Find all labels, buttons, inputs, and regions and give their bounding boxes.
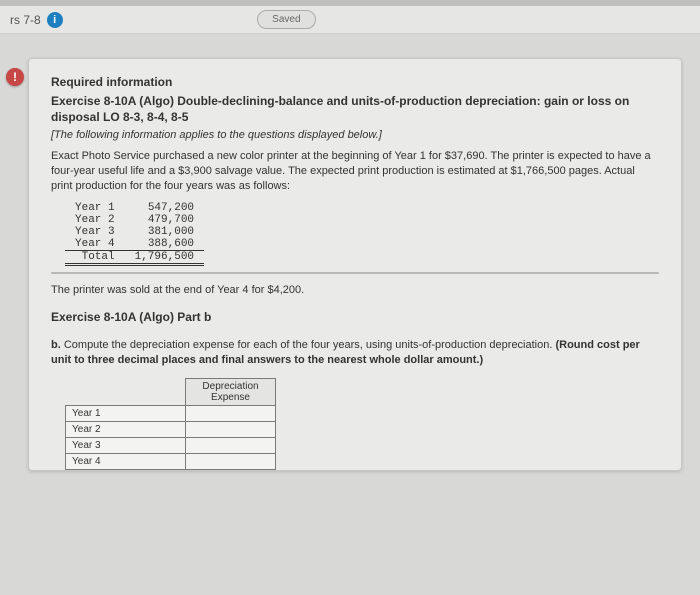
part-b-heading: Exercise 8-10A (Algo) Part b	[51, 310, 659, 324]
part-b-instruction: b. Compute the depreciation expense for …	[51, 338, 659, 368]
chapter-label: rs 7-8	[10, 13, 41, 27]
table-row: Year 1547,200	[65, 202, 204, 214]
sold-note: The printer was sold at the end of Year …	[51, 284, 659, 296]
table-row: Year 3381,000	[65, 226, 204, 238]
table-row: Year 3	[66, 437, 276, 453]
table-row: Year 1	[66, 405, 276, 421]
exercise-title: Exercise 8-10A (Algo) Double-declining-b…	[51, 93, 659, 125]
applies-note: [The following information applies to th…	[51, 129, 659, 141]
dep-input-y3[interactable]	[186, 437, 276, 453]
table-row: Year 2479,700	[65, 214, 204, 226]
dep-input-y2[interactable]	[186, 421, 276, 437]
info-icon[interactable]: i	[47, 12, 63, 28]
table-row-total: Total1,796,500	[65, 250, 204, 264]
table-row: Year 2	[66, 421, 276, 437]
table-row: Year 4388,600	[65, 238, 204, 251]
table-row: Year 4	[66, 453, 276, 469]
top-navbar: rs 7-8 i Saved	[0, 6, 700, 34]
content-sheet: Required information Exercise 8-10A (Alg…	[28, 58, 682, 471]
saved-status-pill: Saved	[257, 10, 315, 29]
depreciation-input-table: Depreciation Expense Year 1 Year 2 Year …	[65, 378, 276, 470]
dep-input-y1[interactable]	[186, 405, 276, 421]
divider	[51, 272, 659, 274]
required-info-heading: Required information	[51, 75, 659, 89]
problem-paragraph: Exact Photo Service purchased a new colo…	[51, 149, 659, 194]
production-table: Year 1547,200 Year 2479,700 Year 3381,00…	[65, 202, 204, 266]
alert-badge-icon[interactable]: !	[6, 68, 24, 86]
spacer-cell	[66, 378, 186, 405]
depreciation-header: Depreciation Expense	[186, 378, 276, 405]
dep-input-y4[interactable]	[186, 453, 276, 469]
